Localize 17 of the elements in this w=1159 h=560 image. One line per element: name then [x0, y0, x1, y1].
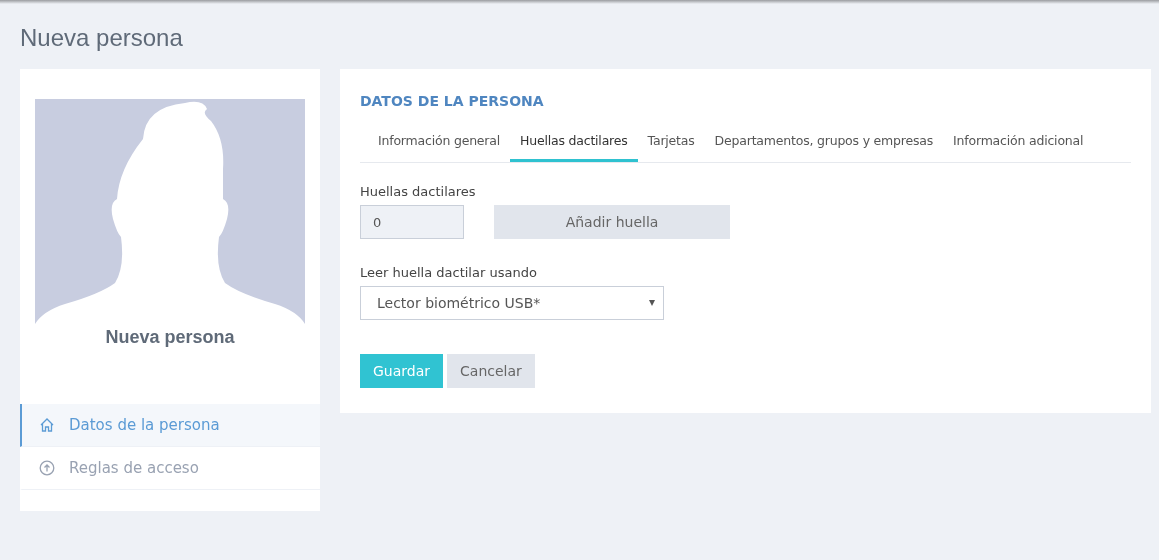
caret-icon [649, 300, 655, 306]
count-field[interactable]: 0 [360, 205, 464, 239]
section-heading: DATOS DE LA PERSONA [360, 93, 545, 109]
reader-dropdown[interactable]: Lector biométrico USB* [360, 286, 664, 320]
cancel-button[interactable]: Cancelar [447, 354, 535, 388]
tab[interactable]: Huellas dactilares [510, 127, 638, 162]
profile-name: Nueva persona [104, 327, 236, 348]
home-icon [39, 417, 55, 433]
tab[interactable]: Información adicional [943, 127, 1094, 162]
page-title: Nueva persona [20, 23, 183, 53]
field-label: Leer huella dactilar usando [360, 265, 538, 280]
add-fingerprint-button[interactable]: Añadir huella [494, 205, 730, 239]
tab[interactable]: Departamentos, grupos y empresas [704, 127, 944, 162]
up-arrow-circle-icon [39, 460, 55, 476]
field-label: Huellas dactilares [360, 184, 477, 199]
tab[interactable]: Información general [368, 127, 510, 162]
tab[interactable]: Tarjetas [637, 127, 705, 162]
